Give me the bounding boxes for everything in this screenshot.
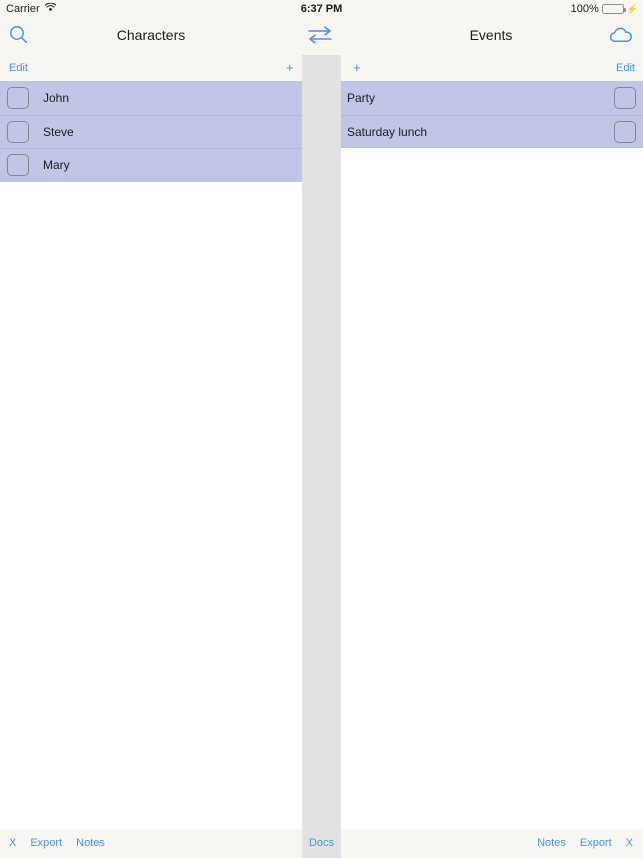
checkbox[interactable] <box>614 120 636 143</box>
toolbar-button-export[interactable]: Export <box>580 829 612 858</box>
list-item[interactable]: Mary <box>0 148 302 182</box>
toolbar-button-notes[interactable]: Notes <box>537 829 566 858</box>
search-icon <box>9 25 28 49</box>
left-panel-title: Characters <box>116 27 186 43</box>
events-panel: Party Saturday lunch <box>341 81 643 829</box>
checkbox[interactable] <box>614 86 636 109</box>
cloud-sync-button[interactable] <box>604 22 638 52</box>
toolbar-button-x[interactable]: X <box>9 829 16 858</box>
list-item-label: Mary <box>43 158 70 173</box>
list-item[interactable]: Saturday lunch <box>341 114 643 149</box>
status-bar: Carrier 6:37 PM 100% ⚡ <box>0 0 643 18</box>
right-panel-title: Events <box>469 27 513 43</box>
toolbar-button-export[interactable]: Export <box>30 829 62 858</box>
right-add-button[interactable]: + <box>349 55 365 81</box>
list-item[interactable]: Party <box>341 81 643 115</box>
characters-list: John Steve Mary <box>0 81 302 182</box>
left-edit-button[interactable]: Edit <box>5 55 32 81</box>
bottom-toolbar: X Export Notes Docs Notes Export X <box>0 829 643 858</box>
checkbox[interactable] <box>7 120 29 143</box>
panel-divider[interactable] <box>302 55 341 858</box>
toolbar-right-group: Notes Export X <box>537 829 633 858</box>
list-item-label: John <box>43 90 70 105</box>
toolbar-button-x[interactable]: X <box>626 829 633 858</box>
status-bar-time: 6:37 PM <box>300 3 343 15</box>
toolbar-left-group: X Export Notes <box>9 829 105 858</box>
navigation-bar: Characters Events <box>0 18 643 55</box>
list-item[interactable]: John <box>0 81 302 115</box>
list-item[interactable]: Steve <box>0 114 302 149</box>
left-add-button[interactable]: + <box>282 55 298 81</box>
list-item-label: Steve <box>43 124 74 139</box>
right-edit-button[interactable]: Edit <box>612 55 639 81</box>
swap-arrows-icon <box>307 24 333 51</box>
toolbar-button-notes[interactable]: Notes <box>76 829 105 858</box>
docs-button[interactable]: Docs <box>302 829 341 858</box>
list-item-label: Saturday lunch <box>347 124 428 139</box>
cloud-icon <box>608 25 634 50</box>
lightning-bolt-icon: ⚡ <box>626 3 638 14</box>
battery-percent-label: 100% <box>570 3 599 15</box>
app-root: Carrier 6:37 PM 100% ⚡ Characters Events… <box>0 0 643 858</box>
status-bar-right: 100% ⚡ <box>571 3 638 15</box>
checkbox[interactable] <box>7 86 29 109</box>
characters-panel: John Steve Mary <box>0 81 302 829</box>
events-list: Party Saturday lunch <box>341 81 643 148</box>
swap-panels-button[interactable] <box>303 22 337 52</box>
checkbox[interactable] <box>7 154 29 177</box>
battery-icon <box>601 4 626 14</box>
list-item-label: Party <box>347 90 376 105</box>
